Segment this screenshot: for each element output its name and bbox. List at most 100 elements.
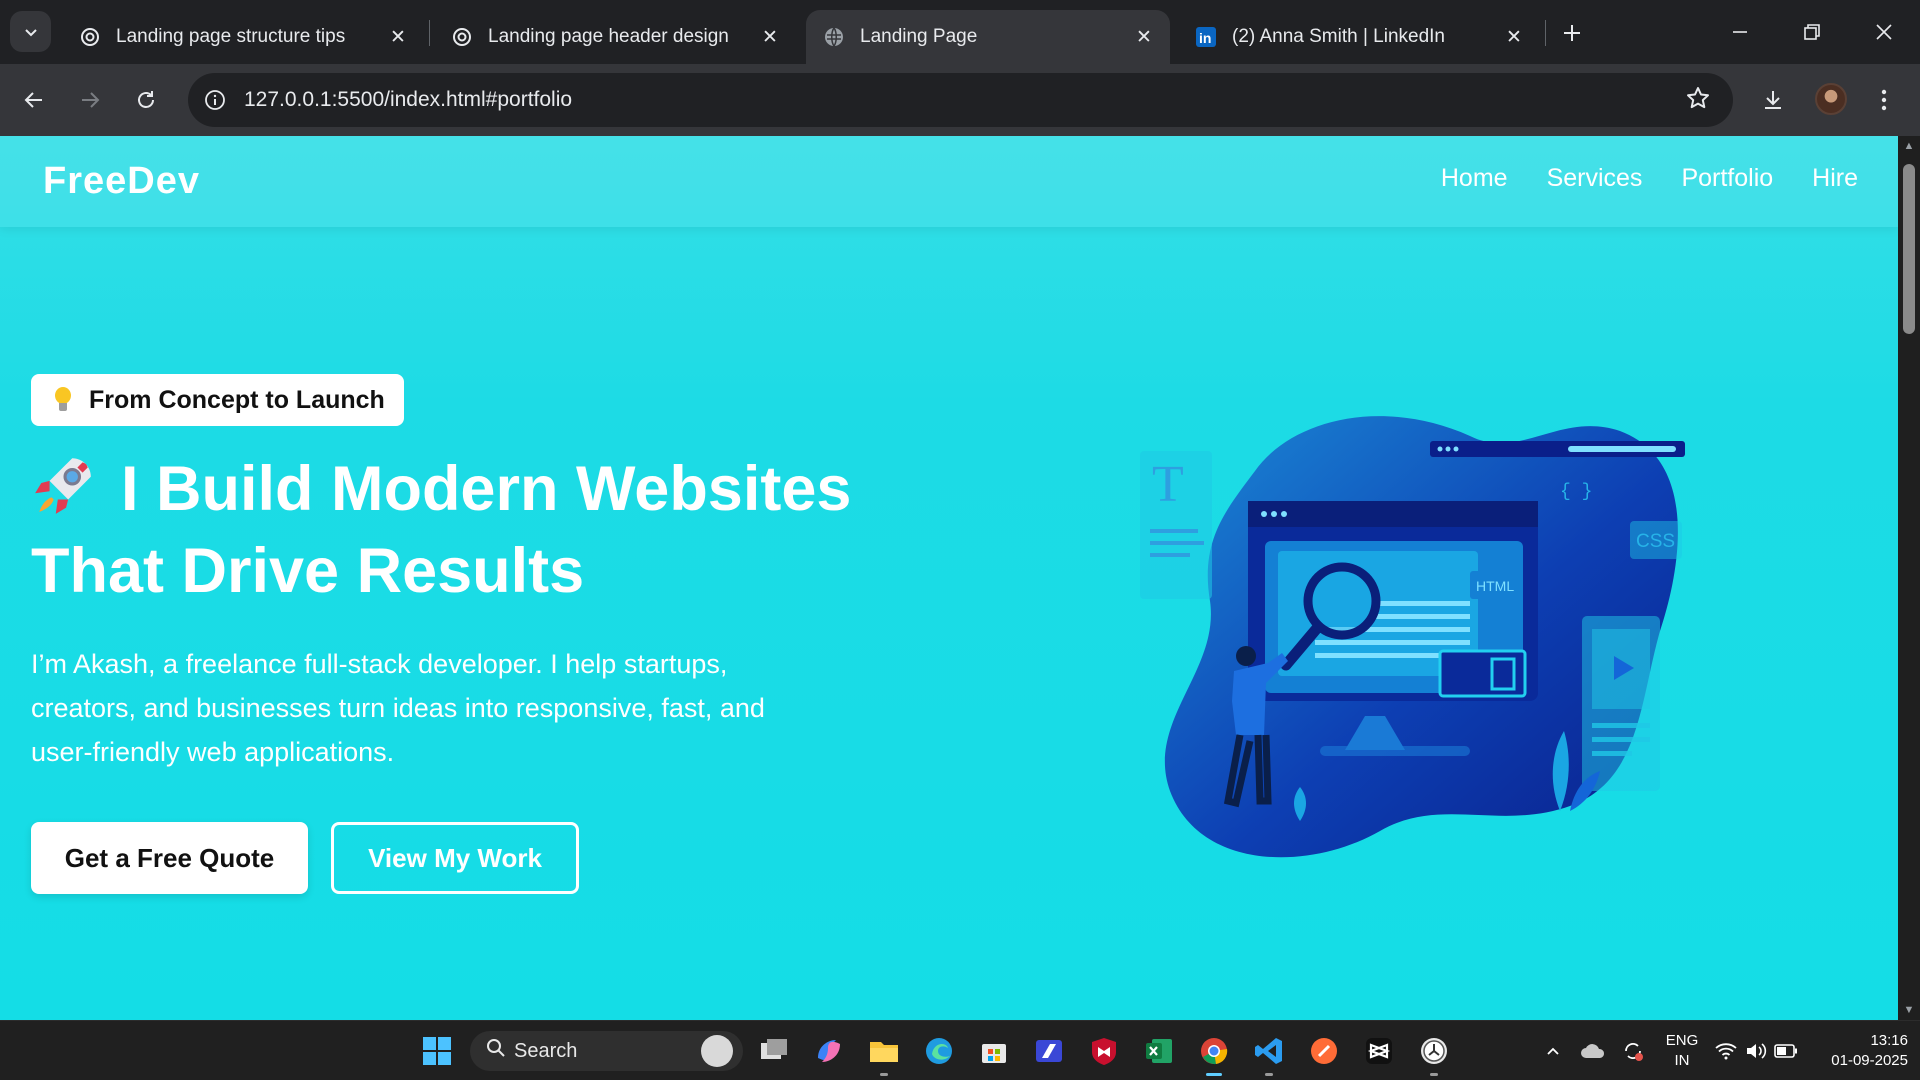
browser-toolbar: 127.0.0.1:5500/index.html#portfolio (0, 64, 1920, 136)
chevron-down-icon (24, 28, 37, 36)
browser-tabstrip: Landing page structure tips ✕ Landing pa… (0, 0, 1920, 64)
postman-icon[interactable] (1306, 1033, 1342, 1069)
tab-title: Landing page structure tips (116, 26, 346, 47)
sync-icon[interactable] (1615, 1033, 1651, 1069)
site-navbar: FreeDev Home Services Portfolio Hire (0, 136, 1898, 227)
onedrive-cloud-icon[interactable] (1575, 1033, 1611, 1069)
taskbar-search[interactable]: Search (470, 1031, 743, 1071)
tab-landing-page[interactable]: Landing Page ✕ (806, 10, 1170, 64)
kebab-menu-icon (1881, 89, 1887, 111)
language-code: ENG (1665, 1032, 1699, 1049)
hero-illustration: T { } CSS HTML (1140, 416, 1685, 858)
taskbar-clock[interactable]: 13:16 01-09-2025 (1808, 1031, 1908, 1071)
site-nav-links: Home Services Portfolio Hire (1441, 164, 1858, 193)
rocket-icon (35, 458, 91, 514)
capcut-icon[interactable] (1361, 1033, 1397, 1069)
braces-label: { } (1560, 482, 1592, 502)
hero-headline-line1: I Build Modern Websites (121, 454, 852, 524)
svg-text:in: in (1199, 30, 1211, 46)
bookmark-star-icon[interactable] (1685, 85, 1711, 116)
windows-logo-icon (423, 1037, 451, 1065)
taskbar-search-label: Search (514, 1039, 578, 1062)
active-indicator (1206, 1073, 1222, 1076)
tab-title: Landing page header design (488, 26, 729, 47)
hero-headline-line2: That Drive Results (31, 536, 585, 606)
minimize-icon (1733, 31, 1747, 33)
browser-menu-button[interactable] (1864, 80, 1904, 120)
tab-title: Landing Page (860, 26, 978, 47)
reload-button[interactable] (126, 80, 166, 120)
search-icon (486, 1038, 506, 1064)
panel-t-letter: T (1152, 456, 1184, 513)
copilot-icon[interactable] (811, 1033, 847, 1069)
excel-icon[interactable] (1141, 1033, 1177, 1069)
view-my-work-button[interactable]: View My Work (331, 822, 579, 894)
windows-taskbar: Search ENG IN 13:16 01-09-2025 (0, 1020, 1920, 1080)
arrow-right-icon (82, 92, 100, 108)
nav-link-home[interactable]: Home (1441, 164, 1508, 193)
nav-link-services[interactable]: Services (1547, 164, 1643, 193)
running-indicator (1430, 1073, 1438, 1076)
tab-linkedin[interactable]: in (2) Anna Smith | LinkedIn ✕ (1178, 10, 1540, 64)
edge-icon[interactable] (921, 1033, 957, 1069)
search-highlight-icon (701, 1035, 733, 1067)
close-icon (1876, 24, 1892, 40)
site-logo[interactable]: FreeDev (43, 160, 200, 203)
page-viewport: FreeDev Home Services Portfolio Hire Fro… (0, 136, 1898, 1020)
page-scrollbar[interactable]: ▲ ▼ (1898, 136, 1920, 1020)
hero-badge: From Concept to Launch (31, 374, 404, 426)
arrow-left-icon (24, 92, 42, 108)
close-icon[interactable]: ✕ (756, 23, 784, 51)
minimize-button[interactable] (1720, 12, 1760, 52)
close-icon[interactable]: ✕ (1500, 23, 1528, 51)
profile-avatar[interactable] (1815, 83, 1847, 115)
download-icon (1765, 91, 1781, 109)
downloads-button[interactable] (1753, 80, 1793, 120)
close-icon[interactable]: ✕ (1130, 23, 1158, 51)
show-hidden-icons-chevron-up-icon[interactable] (1535, 1033, 1571, 1069)
address-bar[interactable]: 127.0.0.1:5500/index.html#portfolio (188, 73, 1733, 127)
input-language-indicator[interactable]: ENG IN (1660, 1031, 1704, 1071)
restore-button[interactable] (1792, 12, 1832, 52)
hero-intro: I’m Akash, a freelance full-stack develo… (31, 649, 765, 767)
tab-search-button[interactable] (10, 11, 51, 52)
site-info-icon[interactable] (200, 85, 230, 115)
new-tab-button[interactable] (1556, 17, 1588, 49)
nav-link-portfolio[interactable]: Portfolio (1681, 164, 1773, 193)
globe-icon (822, 25, 846, 49)
file-explorer-icon[interactable] (866, 1033, 902, 1076)
url-text[interactable]: 127.0.0.1:5500/index.html#portfolio (244, 88, 572, 112)
chrome-icon[interactable] (1196, 1033, 1232, 1076)
mcafee-icon[interactable] (1086, 1033, 1122, 1069)
battery-icon[interactable] (1768, 1033, 1804, 1069)
close-icon[interactable]: ✕ (384, 23, 412, 51)
running-indicator (880, 1073, 888, 1076)
hero-headline: I Build Modern Websites That Drive Resul… (31, 448, 931, 612)
scroll-up-arrow-icon[interactable]: ▲ (1903, 140, 1915, 152)
forward-button[interactable] (70, 80, 110, 120)
tab-landing-header-design[interactable]: Landing page header design ✕ (434, 10, 796, 64)
vscode-icon[interactable] (1251, 1033, 1287, 1076)
tab-title: (2) Anna Smith | LinkedIn (1232, 26, 1445, 47)
scroll-down-arrow-icon[interactable]: ▼ (1903, 1004, 1915, 1016)
reload-icon (138, 91, 154, 108)
restore-icon (1804, 24, 1820, 40)
microsoft-store-icon[interactable] (976, 1033, 1012, 1069)
clock-app-icon[interactable] (1416, 1033, 1452, 1076)
scrollbar-thumb[interactable] (1903, 164, 1915, 334)
close-window-button[interactable] (1864, 12, 1904, 52)
nav-link-hire[interactable]: Hire (1812, 164, 1858, 193)
linkedin-icon: in (1194, 25, 1218, 49)
chatgpt-icon (450, 25, 474, 49)
start-button[interactable] (419, 1033, 455, 1069)
tab-landing-structure-tips[interactable]: Landing page structure tips ✕ (62, 10, 424, 64)
clock-time: 13:16 (1870, 1032, 1908, 1049)
lightbulb-icon (53, 387, 73, 413)
hero-badge-label: From Concept to Launch (89, 385, 385, 414)
html-label: HTML (1476, 578, 1514, 594)
powerautomate-icon[interactable] (1031, 1033, 1067, 1069)
task-view-icon[interactable] (756, 1033, 792, 1069)
chatgpt-icon (78, 25, 102, 49)
get-free-quote-button[interactable]: Get a Free Quote (31, 822, 308, 894)
back-button[interactable] (14, 80, 54, 120)
